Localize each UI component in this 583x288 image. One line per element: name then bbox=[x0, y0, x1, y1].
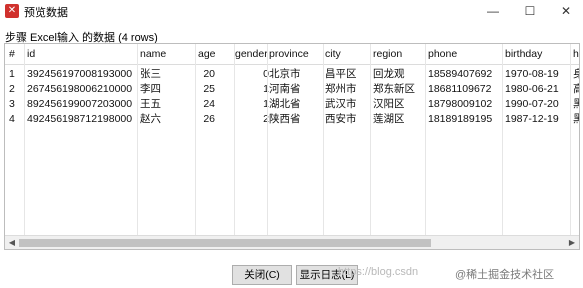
minimize-button[interactable]: — bbox=[475, 0, 511, 22]
column-divider[interactable] bbox=[234, 44, 235, 236]
scroll-left-icon[interactable]: ◀ bbox=[5, 236, 19, 249]
cell-col-age: 24 bbox=[203, 98, 215, 110]
cell-col-province: 北京市 bbox=[269, 68, 301, 80]
cell-col-region: 莲湖区 bbox=[373, 113, 405, 125]
header-col-name[interactable]: name bbox=[140, 47, 195, 62]
cell-col-region: 郑东新区 bbox=[373, 83, 415, 95]
cell-col-h: 身 bbox=[573, 67, 579, 82]
cell-col-index: 4 bbox=[9, 113, 15, 125]
table-row[interactable]: 1 392456197008193000 张三 20 0北京市 昌平区 回龙观 1858940… bbox=[5, 67, 579, 82]
header-col-region[interactable]: region bbox=[373, 47, 425, 62]
cell-col-city: 武汉市 bbox=[325, 98, 357, 110]
title-bar: ✕ 预览数据 — ☐ ✕ bbox=[0, 0, 583, 22]
cell-col-h: 高 bbox=[573, 82, 579, 97]
header-col-id[interactable]: id bbox=[27, 47, 137, 62]
cell-col-phone: 18589407692 bbox=[428, 68, 493, 80]
column-divider[interactable] bbox=[24, 44, 25, 236]
column-divider[interactable] bbox=[502, 44, 503, 236]
cell-col-age: 25 bbox=[203, 83, 215, 95]
cell-col-phone: 18798009102 bbox=[428, 98, 493, 110]
table-row[interactable]: 2 267456198006210000 李四 25 1河南省 郑州市 郑东新区 186811… bbox=[5, 82, 579, 97]
cell-col-h: 黑 bbox=[573, 97, 579, 112]
cell-col-birthday: 1987-12-19 bbox=[505, 113, 559, 125]
cell-col-city: 郑州市 bbox=[325, 83, 357, 95]
cell-col-birthday: 1970-08-19 bbox=[505, 68, 559, 80]
cell-col-province: 湖北省 bbox=[269, 98, 301, 110]
header-col-h[interactable]: h bbox=[573, 47, 579, 62]
cell-col-age: 20 bbox=[203, 68, 215, 80]
cell-col-name: 王五 bbox=[140, 98, 161, 110]
table-header: # id name age gender province city region phone b… bbox=[5, 44, 579, 65]
cell-col-gender: 1 bbox=[235, 97, 269, 112]
scrollbar-thumb[interactable] bbox=[19, 239, 431, 247]
cell-col-gender: 0 bbox=[235, 67, 269, 82]
cell-col-region: 回龙观 bbox=[373, 68, 405, 80]
watermark-brand: @稀土掘金技术社区 bbox=[455, 269, 555, 281]
close-button[interactable]: 关闭(C) bbox=[232, 265, 292, 285]
window-title: 预览数据 bbox=[24, 7, 68, 19]
header-col-city[interactable]: city bbox=[325, 47, 370, 62]
cell-col-name: 张三 bbox=[140, 68, 161, 80]
cell-col-age: 26 bbox=[203, 113, 215, 125]
maximize-button[interactable]: ☐ bbox=[512, 0, 548, 22]
header-col-gender[interactable]: gender bbox=[235, 47, 269, 62]
cell-col-name: 赵六 bbox=[140, 113, 161, 125]
cell-col-gender: 2 bbox=[235, 112, 269, 127]
table-row[interactable]: 4 492456198712198000 赵六 26 2陕西省 西安市 莲湖区 1818918… bbox=[5, 112, 579, 127]
preview-table[interactable]: # id name age gender province city region phone b… bbox=[4, 43, 580, 250]
scroll-right-icon[interactable]: ▶ bbox=[565, 236, 579, 249]
cell-col-name: 李四 bbox=[140, 83, 161, 95]
close-window-button[interactable]: ✕ bbox=[548, 0, 583, 22]
cell-col-id: 892456199007203000 bbox=[27, 98, 133, 110]
column-divider[interactable] bbox=[137, 44, 138, 236]
watermark-url: https://blog.csdn bbox=[338, 266, 419, 278]
cell-col-phone: 18681109672 bbox=[428, 83, 492, 95]
cell-col-city: 西安市 bbox=[325, 113, 357, 125]
cell-col-province: 河南省 bbox=[269, 83, 301, 95]
cell-col-id: 267456198006210000 bbox=[27, 83, 133, 95]
header-col-province[interactable]: province bbox=[269, 47, 321, 62]
cell-col-id: 492456198712198000 bbox=[27, 113, 133, 125]
cell-col-phone: 18189189195 bbox=[428, 113, 493, 125]
cell-col-city: 昌平区 bbox=[325, 68, 357, 80]
pdi-icon: ✕ bbox=[5, 4, 19, 18]
column-divider[interactable] bbox=[195, 44, 196, 236]
column-divider[interactable] bbox=[267, 44, 268, 236]
header-col-age[interactable]: age bbox=[198, 47, 215, 62]
cell-col-province: 陕西省 bbox=[269, 113, 301, 125]
header-col-birthday[interactable]: birthday bbox=[505, 47, 567, 62]
column-divider[interactable] bbox=[323, 44, 324, 236]
table-row[interactable]: 3 892456199007203000 王五 24 1湖北省 武汉市 汉阳区 1879800… bbox=[5, 97, 579, 112]
cell-col-index: 3 bbox=[9, 98, 15, 110]
cell-col-region: 汉阳区 bbox=[373, 98, 405, 110]
horizontal-scrollbar[interactable]: ◀ ▶ bbox=[5, 235, 579, 249]
cell-col-gender: 1 bbox=[235, 82, 269, 97]
column-divider[interactable] bbox=[370, 44, 371, 236]
cell-col-birthday: 1980-06-21 bbox=[505, 83, 559, 95]
cell-col-birthday: 1990-07-20 bbox=[505, 98, 559, 110]
cell-col-index: 1 bbox=[9, 68, 15, 80]
cell-col-h: 黑 bbox=[573, 112, 579, 127]
cell-col-id: 392456197008193000 bbox=[27, 68, 133, 80]
header-col-phone[interactable]: phone bbox=[428, 47, 500, 62]
column-divider[interactable] bbox=[570, 44, 571, 236]
cell-col-index: 2 bbox=[9, 83, 15, 95]
header-col-index[interactable]: # bbox=[9, 47, 23, 62]
column-divider[interactable] bbox=[425, 44, 426, 236]
